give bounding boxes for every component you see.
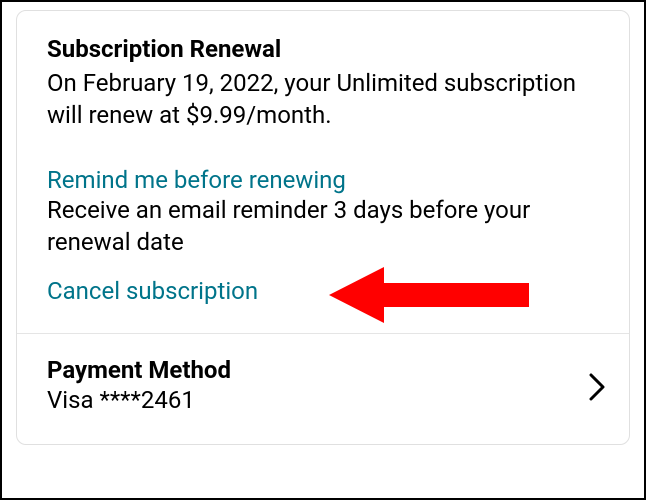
remind-me-link[interactable]: Remind me before renewing bbox=[47, 166, 346, 194]
renewal-heading: Subscription Renewal bbox=[47, 35, 599, 63]
cancel-subscription-link[interactable]: Cancel subscription bbox=[47, 277, 258, 305]
cancel-block: Cancel subscription bbox=[47, 277, 599, 305]
renewal-description: On February 19, 2022, your Unlimited sub… bbox=[47, 67, 599, 132]
reminder-block: Remind me before renewing Receive an ema… bbox=[47, 166, 599, 259]
payment-heading: Payment Method bbox=[47, 356, 599, 384]
payment-method-row[interactable]: Payment Method Visa ****2461 bbox=[17, 334, 629, 444]
payment-value: Visa ****2461 bbox=[47, 386, 599, 414]
chevron-right-icon bbox=[589, 373, 605, 405]
reminder-description: Receive an email reminder 3 days before … bbox=[47, 194, 599, 259]
annotation-arrow-icon bbox=[329, 263, 529, 331]
subscription-card: Subscription Renewal On February 19, 202… bbox=[16, 10, 630, 445]
renewal-section: Subscription Renewal On February 19, 202… bbox=[17, 11, 629, 334]
